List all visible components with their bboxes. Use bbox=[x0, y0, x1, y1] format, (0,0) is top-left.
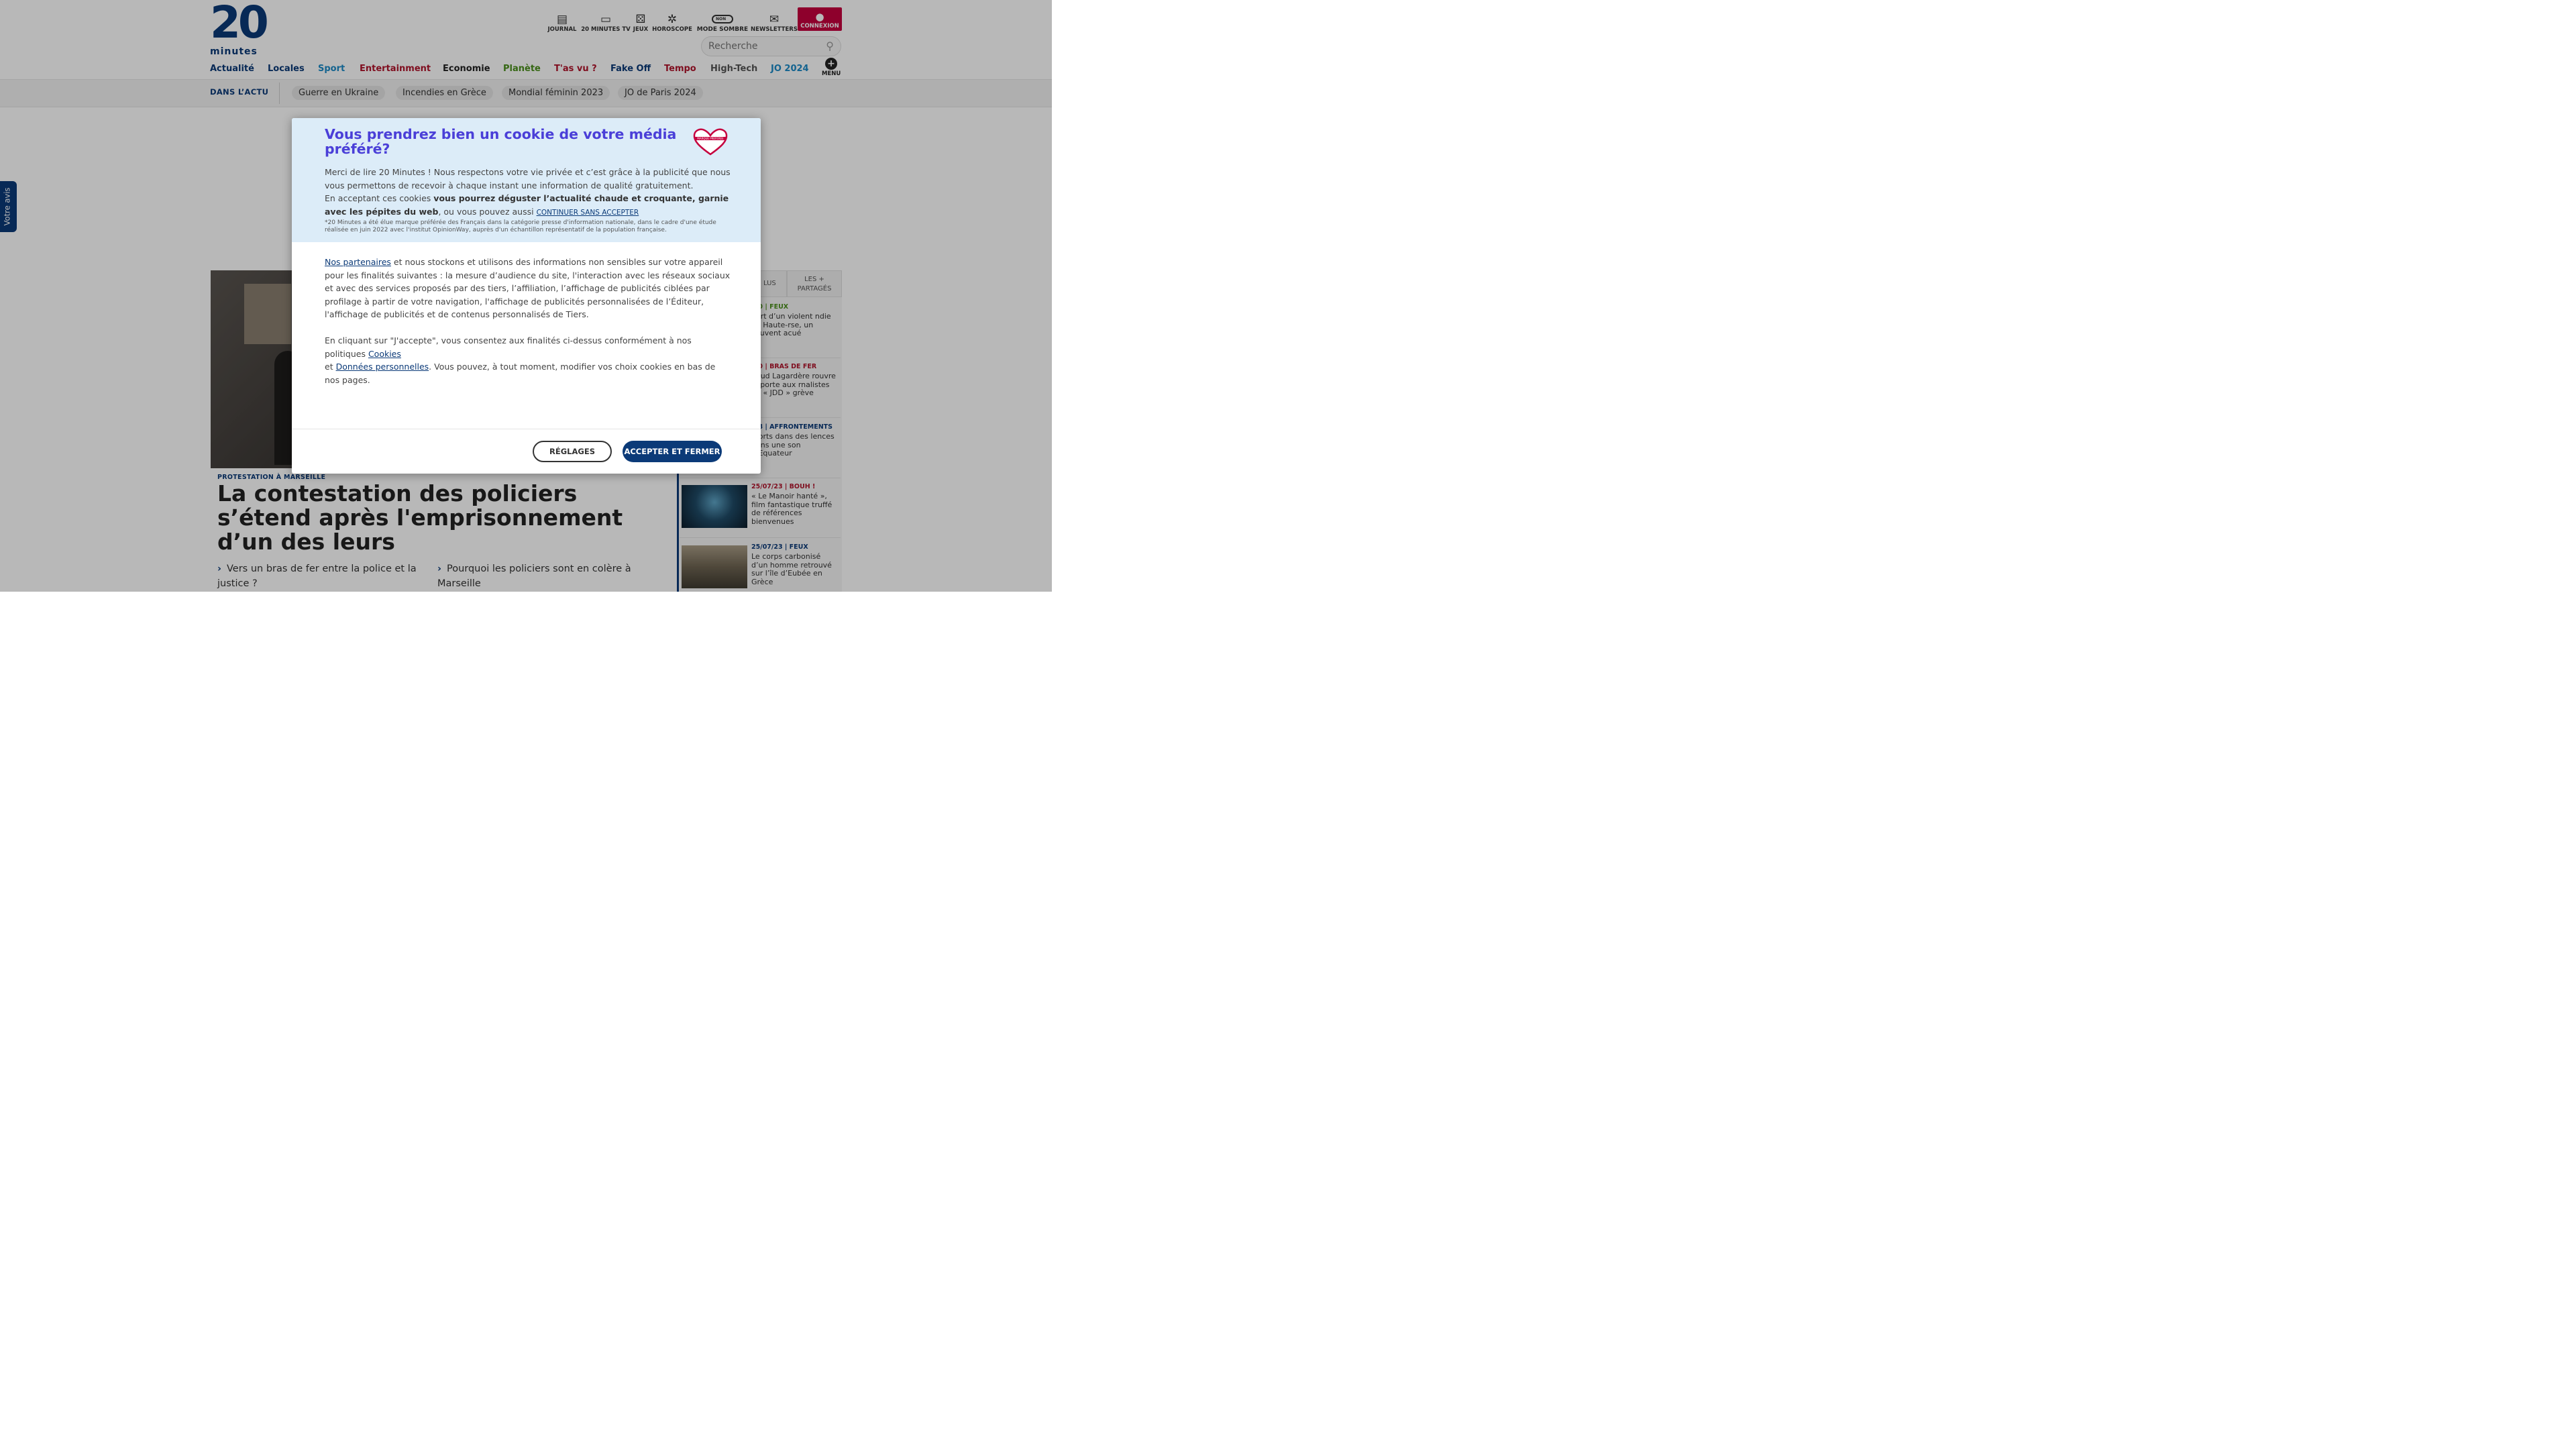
settings-button[interactable]: RÉGLAGES bbox=[533, 441, 612, 462]
intro-text: Merci de lire 20 Minutes ! Nous respecto… bbox=[325, 167, 731, 191]
modal-title: Vous prendrez bien un cookie de votre mé… bbox=[325, 126, 677, 157]
modal-intro: Merci de lire 20 Minutes ! Nous respecto… bbox=[325, 166, 731, 219]
accept-and-close-button[interactable]: ACCEPTER ET FERMER bbox=[623, 441, 722, 462]
cookies-policy-link[interactable]: Cookies bbox=[368, 349, 401, 359]
partners-link[interactable]: Nos partenaires bbox=[325, 257, 391, 267]
accept-prefix: En acceptant ces cookies bbox=[325, 193, 434, 204]
modal-fine-print: *20 Minutes a été élue marque préférée d… bbox=[325, 219, 716, 233]
svg-text:MARQUE PRÉFÉRÉE: MARQUE PRÉFÉRÉE bbox=[697, 137, 724, 140]
modal-partners-text: Nos partenaires et nous stockons et util… bbox=[325, 256, 731, 321]
cookie-consent-modal: Vous prendrez bien un cookie de votre mé… bbox=[292, 118, 761, 474]
modal-consent-text: En cliquant sur "J'accepte", vous consen… bbox=[325, 334, 731, 386]
donnees-personnelles-link[interactable]: Données personnelles bbox=[336, 362, 429, 372]
accept-suffix: , ou vous pouvez aussi bbox=[438, 206, 537, 217]
consent-and: et bbox=[325, 362, 336, 372]
continue-without-accepting-link[interactable]: CONTINUER SANS ACCEPTER bbox=[537, 209, 639, 217]
heart-badge-icon: MARQUE PRÉFÉRÉE bbox=[693, 128, 728, 156]
